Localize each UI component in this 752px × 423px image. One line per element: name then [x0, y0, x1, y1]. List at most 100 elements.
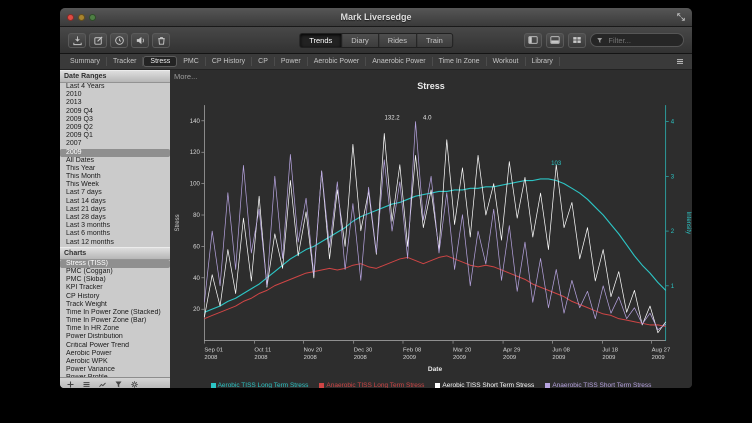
sidebar-item-last-21-days[interactable]: Last 21 days: [60, 206, 170, 214]
segment-diary[interactable]: Diary: [341, 33, 378, 48]
svg-text:2009: 2009: [602, 355, 615, 361]
sidebar-item-last-6-months[interactable]: Last 6 months: [60, 230, 170, 238]
tab-time-in-zone[interactable]: Time In Zone: [433, 57, 487, 66]
chart-tabbar: SummaryTrackerStressPMCCP HistoryCPPower…: [60, 54, 692, 70]
svg-text:Apr 29: Apr 29: [503, 348, 520, 354]
sidebar-sections: Date RangesLast 4 Years201020132009 Q420…: [60, 70, 170, 383]
segment-rides[interactable]: Rides: [378, 33, 416, 48]
compose-button[interactable]: [89, 33, 107, 48]
sidebar-item-2009-q3[interactable]: 2009 Q3: [60, 116, 170, 124]
svg-text:Jul 18: Jul 18: [602, 348, 618, 354]
sidebar-filter-button[interactable]: [114, 380, 123, 388]
svg-text:3: 3: [671, 174, 675, 180]
content-area: Date RangesLast 4 Years201020132009 Q420…: [60, 70, 692, 388]
tab-anaerobic-power[interactable]: Anaerobic Power: [366, 57, 432, 66]
zoom-window-button[interactable]: [89, 14, 96, 21]
chart-annotation: 132.2: [384, 115, 400, 121]
tab-workout[interactable]: Workout: [487, 57, 526, 66]
tab-library[interactable]: Library: [526, 57, 560, 66]
fullscreen-icon[interactable]: [675, 11, 687, 23]
sidebar-item-kpi-tracker[interactable]: KPI Tracker: [60, 284, 170, 292]
sidebar-item-pmc-skiba[interactable]: PMC (Skiba): [60, 276, 170, 284]
legend-item: Anaerobic TISS Long Term Stress: [319, 382, 424, 389]
svg-text:2009: 2009: [503, 355, 516, 361]
more-link[interactable]: More...: [170, 70, 692, 81]
tab-cp-history[interactable]: CP History: [206, 57, 252, 66]
tab-summary[interactable]: Summary: [64, 57, 107, 66]
sidebar-item-this-year[interactable]: This Year: [60, 165, 170, 173]
tab-aerobic-power[interactable]: Aerobic Power: [308, 57, 367, 66]
trash-button[interactable]: [152, 33, 170, 48]
sidebar-section-header-charts[interactable]: Charts: [60, 247, 170, 260]
sidebar-item-last-28-days[interactable]: Last 28 days: [60, 214, 170, 222]
toggle-sidebar-button[interactable]: [524, 33, 542, 48]
svg-text:100: 100: [190, 182, 201, 188]
sidebar-item-cp-history[interactable]: CP History: [60, 293, 170, 301]
svg-text:Nov 20: Nov 20: [304, 348, 323, 354]
hamburger-icon: [82, 380, 91, 388]
sidebar-item-track-weight[interactable]: Track Weight: [60, 301, 170, 309]
sidebar-item-critical-power-trend[interactable]: Critical Power Trend: [60, 342, 170, 350]
sidebar-item-2009[interactable]: 2009: [60, 149, 170, 157]
series-aerobic-tiss-short-term-stress: [204, 133, 665, 332]
hamburger-icon: [675, 57, 685, 66]
sidebar-item-pmc-coggan[interactable]: PMC (Coggan): [60, 268, 170, 276]
chart-list-button[interactable]: [98, 380, 107, 388]
sidebar-item-aerobic-wpk[interactable]: Aerobic WPK: [60, 358, 170, 366]
stress-chart[interactable]: 204060801001201401234Sep 012008Oct 11200…: [170, 93, 692, 379]
svg-text:80: 80: [193, 213, 200, 219]
sidebar-item-2009-q1[interactable]: 2009 Q1: [60, 132, 170, 140]
sidebar-item-2009-q4[interactable]: 2009 Q4: [60, 108, 170, 116]
sidebar-item-last-14-days[interactable]: Last 14 days: [60, 198, 170, 206]
tab-overflow-button[interactable]: [675, 57, 688, 66]
sidebar-item-time-in-hr-zone[interactable]: Time In HR Zone: [60, 325, 170, 333]
svg-text:Mar 20: Mar 20: [453, 348, 472, 354]
sidebar-item-this-month[interactable]: This Month: [60, 173, 170, 181]
sidebar-item-2010[interactable]: 2010: [60, 91, 170, 99]
import-button[interactable]: [68, 33, 86, 48]
minimize-window-button[interactable]: [78, 14, 85, 21]
sidebar-item-time-in-power-zone-bar[interactable]: Time In Power Zone (Bar): [60, 317, 170, 325]
sidebar-item-all-dates[interactable]: All Dates: [60, 157, 170, 165]
sidebar-item-2009-q2[interactable]: 2009 Q2: [60, 124, 170, 132]
settings-button[interactable]: [130, 380, 139, 388]
filter-field[interactable]: [590, 33, 684, 47]
svg-text:20: 20: [193, 307, 200, 313]
sidebar-item-last-7-days[interactable]: Last 7 days: [60, 189, 170, 197]
sidebar-item-stress-tiss[interactable]: Stress (TISS): [60, 260, 170, 268]
tab-pmc[interactable]: PMC: [177, 57, 206, 66]
sidebar-item-2007[interactable]: 2007: [60, 140, 170, 148]
sidebar-item-2013[interactable]: 2013: [60, 99, 170, 107]
close-window-button[interactable]: [67, 14, 74, 21]
sidebar-item-last-3-months[interactable]: Last 3 months: [60, 222, 170, 230]
tab-tracker[interactable]: Tracker: [107, 57, 143, 66]
sidebar-menu-button[interactable]: [82, 380, 91, 388]
svg-text:2008: 2008: [354, 355, 367, 361]
speaker-button[interactable]: [131, 33, 149, 48]
svg-text:2008: 2008: [304, 355, 317, 361]
add-button[interactable]: [66, 380, 75, 388]
segment-trends[interactable]: Trends: [299, 33, 341, 48]
tabs-strip: SummaryTrackerStressPMCCP HistoryCPPower…: [64, 56, 560, 67]
sidebar-item-last-12-months[interactable]: Last 12 months: [60, 239, 170, 247]
app-window: Mark Liversedge TrendsDiaryRidesTrain: [60, 8, 692, 388]
sidebar-item-last-4-years[interactable]: Last 4 Years: [60, 83, 170, 91]
svg-text:Oct 11: Oct 11: [254, 348, 271, 354]
sidebar-section-header-date-ranges[interactable]: Date Ranges: [60, 70, 170, 83]
import-icon: [72, 35, 83, 46]
tile-view-button[interactable]: [568, 33, 586, 48]
sidebar-item-power-distribution[interactable]: Power Distribution: [60, 333, 170, 341]
toggle-bottombar-button[interactable]: [546, 33, 564, 48]
sidebar-item-aerobic-power[interactable]: Aerobic Power: [60, 350, 170, 358]
clock-button[interactable]: [110, 33, 128, 48]
tab-cp[interactable]: CP: [252, 57, 275, 66]
sidebar-item-time-in-power-zone-stacked[interactable]: Time In Power Zone (Stacked): [60, 309, 170, 317]
tab-power[interactable]: Power: [275, 57, 308, 66]
panel-left-icon: [527, 35, 539, 45]
sidebar-item-power-variance[interactable]: Power Variance: [60, 366, 170, 374]
tab-stress[interactable]: Stress: [143, 56, 177, 67]
segment-train[interactable]: Train: [416, 33, 453, 48]
view-segmented-control: TrendsDiaryRidesTrain: [299, 33, 453, 48]
filter-input[interactable]: [606, 35, 678, 46]
sidebar-item-this-week[interactable]: This Week: [60, 181, 170, 189]
